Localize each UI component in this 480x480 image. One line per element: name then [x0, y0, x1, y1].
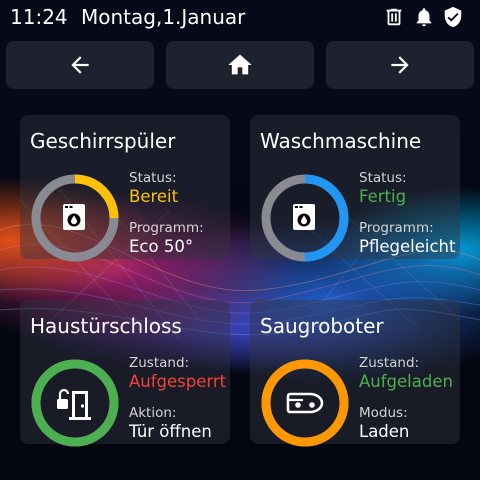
state-label: Zustand: [129, 355, 190, 371]
card-title: Geschirrspüler [30, 129, 176, 153]
status-ring [31, 174, 119, 262]
date-label: Montag,1.Januar [81, 5, 246, 29]
mode-label: Modus: [359, 405, 408, 421]
card-robot-vacuum[interactable]: Saugroboter Zustand: Aufgeladen Modus: L… [250, 300, 460, 447]
card-title: Waschmaschine [260, 129, 422, 153]
program-label: Programm: [359, 220, 434, 236]
trash-icon[interactable] [383, 6, 405, 28]
status-label: Status: [359, 170, 407, 186]
arrow-right-icon [391, 56, 409, 74]
home-icon [228, 54, 252, 75]
state-value: Aufgeladen [359, 372, 453, 391]
mode-value: Laden [359, 422, 410, 441]
state-value: Aufgesperrt [129, 372, 227, 391]
program-value: Pflegeleicht [359, 237, 456, 256]
washing-machine-icon [293, 204, 315, 230]
robot-vacuum-icon [286, 392, 324, 414]
card-title: Haustürschloss [30, 314, 182, 338]
status-ring [31, 359, 119, 447]
status-value: Fertig [359, 187, 407, 206]
action-value: Tür öffnen [129, 422, 212, 441]
forward-button[interactable] [326, 41, 474, 89]
card-washer[interactable]: Waschmaschine Status: Fertig Programm: P… [250, 115, 460, 262]
status-bar: 11:24 Montag,1.Januar [0, 0, 480, 34]
shield-check-icon[interactable] [442, 6, 464, 28]
card-title: Saugroboter [260, 314, 384, 338]
status-ring [261, 174, 349, 262]
status-ring [261, 359, 349, 447]
clock: 11:24 [10, 5, 68, 29]
status-label: Status: [129, 170, 177, 186]
home-button[interactable] [166, 41, 314, 89]
state-label: Zustand: [359, 355, 420, 371]
ring-arc [261, 359, 349, 447]
back-button[interactable] [6, 41, 154, 89]
door-lock-open-icon [57, 388, 91, 420]
card-dishwasher[interactable]: Geschirrspüler Status: Bereit Programm: … [20, 115, 230, 262]
arrow-left-icon [71, 56, 89, 74]
card-door-lock[interactable]: Haustürschloss Zustand: Aufgesperrt Akti… [20, 300, 230, 447]
washing-machine-icon [63, 204, 85, 230]
status-value: Bereit [129, 187, 179, 206]
program-value: Eco 50° [129, 237, 194, 256]
program-label: Programm: [129, 220, 204, 236]
bell-icon[interactable] [413, 6, 435, 28]
action-label: Aktion: [129, 405, 177, 421]
